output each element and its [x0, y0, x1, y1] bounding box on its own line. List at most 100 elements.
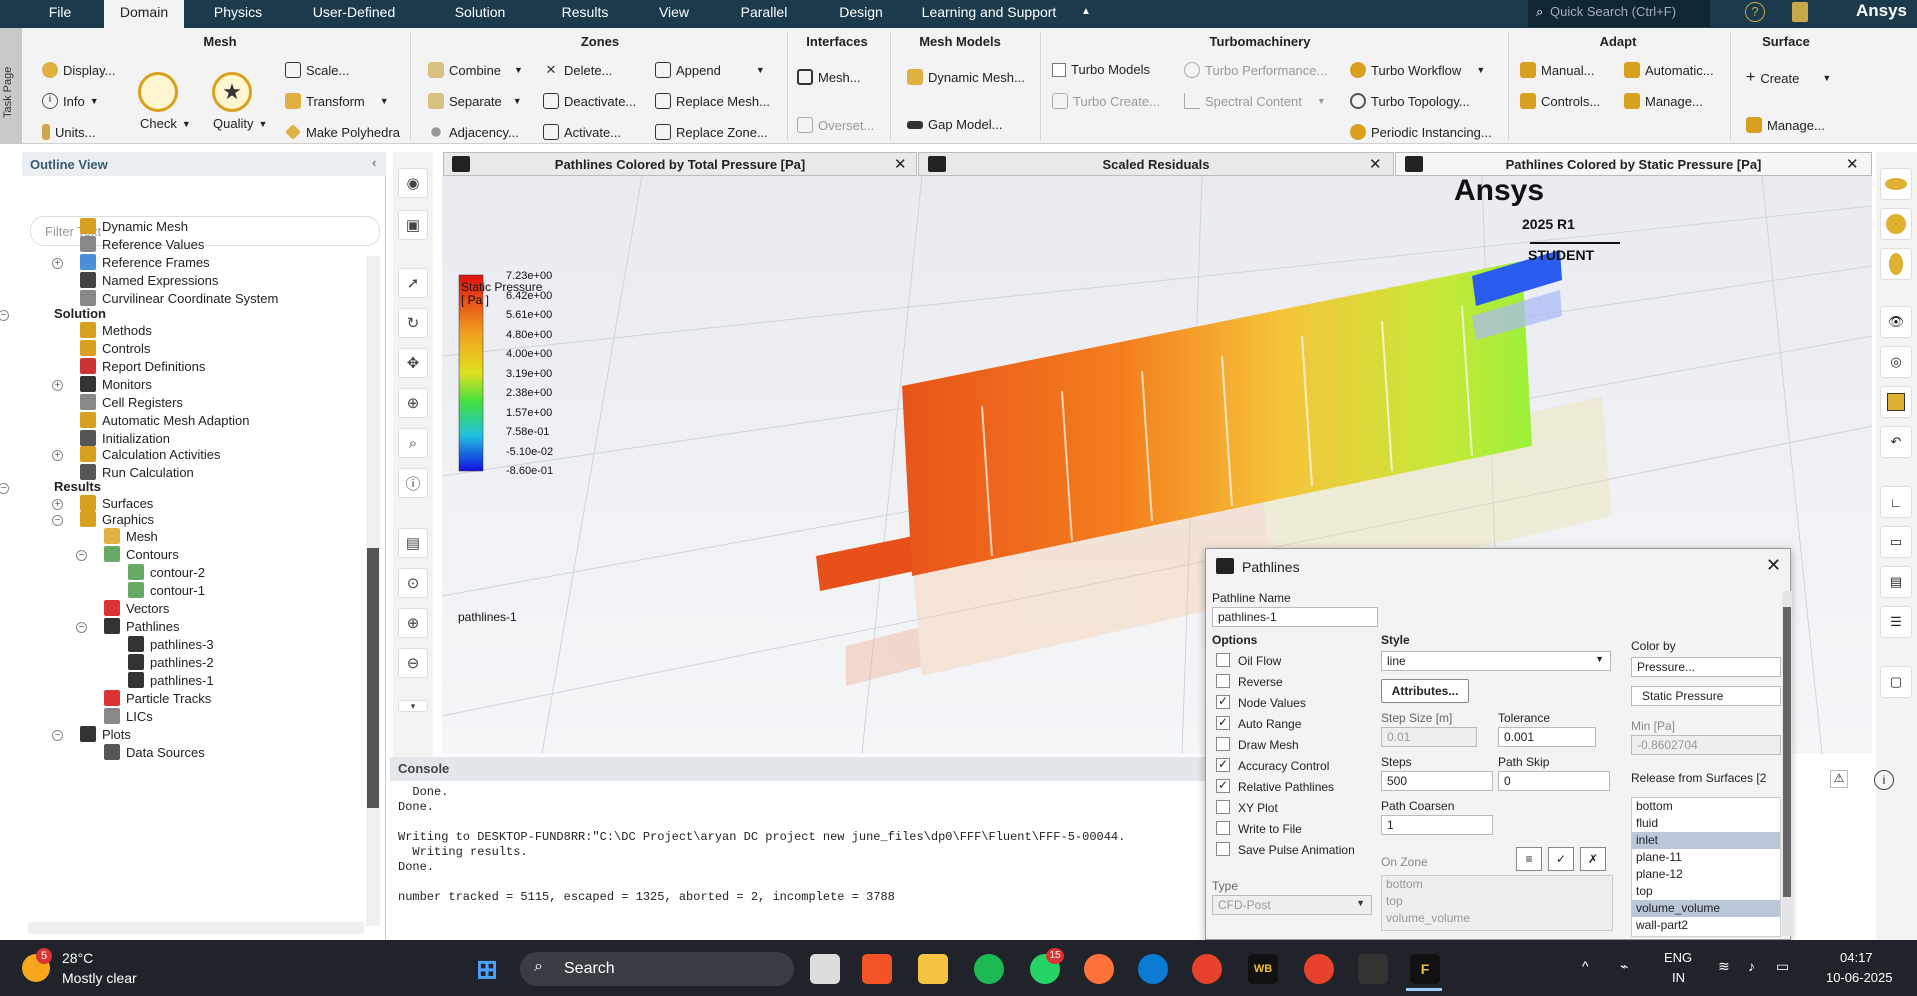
more-tools-icon[interactable]: ▾: [398, 700, 428, 712]
color-by-subselect[interactable]: Static Pressure: [1631, 686, 1781, 706]
tree-item-methods[interactable]: Methods: [80, 322, 152, 338]
tree-item-dynamic-mesh[interactable]: Dynamic Mesh: [80, 218, 188, 234]
tree-item-data-sources[interactable]: Data Sources: [104, 744, 205, 760]
surface-manage-button[interactable]: Manage...: [1746, 117, 1825, 133]
network-off-icon[interactable]: ⌁: [1620, 958, 1628, 975]
activate-button[interactable]: Activate...: [543, 124, 621, 140]
menu-tab-user-defined[interactable]: User-Defined: [306, 0, 402, 28]
close-tab-icon[interactable]: ✕: [1369, 155, 1382, 173]
turbo-create-button[interactable]: Turbo Create...: [1052, 93, 1160, 109]
collapse-icon[interactable]: −: [52, 730, 63, 741]
surface-list-item[interactable]: plane-11: [1632, 849, 1780, 866]
select-pointer-icon[interactable]: ➚: [398, 268, 428, 298]
copy-view-icon[interactable]: [1880, 386, 1912, 418]
delete-button[interactable]: ✕ Delete...: [543, 62, 613, 78]
option-checkbox[interactable]: [1216, 821, 1230, 835]
menu-tab-view[interactable]: View: [654, 0, 694, 28]
tree-item-reference-frames[interactable]: Reference Frames: [80, 254, 210, 270]
menu-tab-physics[interactable]: Physics: [208, 0, 268, 28]
list-item[interactable]: volume_volume: [1382, 910, 1612, 927]
tree-item-named-expressions[interactable]: Named Expressions: [80, 272, 218, 288]
surface-list-item[interactable]: plane-12: [1632, 866, 1780, 883]
fluent-app-icon[interactable]: F: [1410, 954, 1440, 984]
tree-item-reference-values[interactable]: Reference Values: [80, 236, 204, 252]
surface-list-item[interactable]: bottom: [1632, 798, 1780, 815]
probe-info-icon[interactable]: ⓘ: [398, 468, 428, 498]
tree-item-contour-2[interactable]: contour-2: [128, 564, 205, 580]
zoom-in-icon[interactable]: ⊕: [398, 608, 428, 638]
menu-tab-learning[interactable]: Learning and Support: [914, 0, 1064, 28]
surface-list-item[interactable]: inlet: [1632, 832, 1780, 849]
option-checkbox[interactable]: ✓: [1216, 779, 1230, 793]
axes-icon[interactable]: ∟: [1880, 486, 1912, 518]
turbo-workflow-button[interactable]: Turbo Workflow ▼: [1350, 62, 1485, 78]
mesh-display-button[interactable]: Display...: [42, 62, 116, 78]
surface-list-item[interactable]: fluid: [1632, 815, 1780, 832]
surface-list-item[interactable]: volume_volume: [1632, 900, 1780, 917]
tab-total-pressure[interactable]: Pathlines Colored by Total Pressure [Pa]: [443, 152, 917, 176]
tree-item-initialization[interactable]: Initialization: [80, 430, 170, 446]
tree-item-vectors[interactable]: Vectors: [104, 600, 169, 616]
tree-item-pathlines-3[interactable]: pathlines-3: [128, 636, 214, 652]
make-polyhedra-button[interactable]: Make Polyhedra: [285, 124, 400, 140]
file-explorer-icon[interactable]: [918, 954, 948, 984]
adapt-manage-button[interactable]: Manage...: [1624, 93, 1703, 109]
tree-item-controls[interactable]: Controls: [80, 340, 150, 356]
tree-item-report-definitions[interactable]: Report Definitions: [80, 358, 205, 374]
option-checkbox[interactable]: [1216, 800, 1230, 814]
color-by-select[interactable]: Pressure...: [1631, 657, 1781, 677]
hide-icon[interactable]: ◎: [1880, 346, 1912, 378]
notes-icon[interactable]: [1792, 2, 1808, 22]
periodic-instancing-button[interactable]: Periodic Instancing...: [1350, 124, 1492, 140]
collapse-icon[interactable]: −: [0, 310, 9, 321]
tree-item-pathlines[interactable]: Pathlines: [104, 618, 179, 634]
menu-tab-parallel[interactable]: Parallel: [734, 0, 794, 28]
taskbar-search[interactable]: ⌕ Search: [520, 952, 794, 986]
step-size-input[interactable]: 0.01: [1381, 727, 1477, 747]
append-button[interactable]: Append ▼: [655, 62, 765, 78]
option-checkbox[interactable]: [1216, 842, 1230, 856]
type-select[interactable]: CFD-Post ▼: [1212, 895, 1372, 915]
mesh-quality-button[interactable]: Quality ▼: [213, 116, 267, 131]
expand-icon[interactable]: +: [52, 258, 63, 269]
list-item[interactable]: bottom: [1382, 876, 1612, 893]
view-side-icon[interactable]: [1880, 208, 1912, 240]
mesh-transform-button[interactable]: Transform ▼: [285, 93, 389, 109]
separate-button[interactable]: Separate ▼: [428, 93, 522, 109]
pathline-name-input[interactable]: pathlines-1: [1212, 607, 1378, 627]
info-status-icon[interactable]: i: [1874, 770, 1894, 790]
overset-button[interactable]: Overset...: [797, 117, 874, 133]
style-select[interactable]: line ▼: [1381, 651, 1611, 671]
clock-time[interactable]: 04:17: [1840, 950, 1873, 965]
menu-tab-domain[interactable]: Domain: [104, 0, 184, 28]
dialog-scroll-thumb[interactable]: [1783, 607, 1791, 897]
close-tab-icon[interactable]: ✕: [1846, 155, 1859, 173]
battery-icon[interactable]: ▭: [1776, 958, 1789, 975]
display-options-icon[interactable]: ◉: [398, 168, 428, 198]
show-icon[interactable]: 👁: [1880, 306, 1912, 338]
properties-icon[interactable]: ☰: [1880, 606, 1912, 638]
tree-item-automatic-mesh-adaption[interactable]: Automatic Mesh Adaption: [80, 412, 249, 428]
tray-chevron-icon[interactable]: ^: [1582, 958, 1589, 974]
layout-icon[interactable]: ▢: [1880, 666, 1912, 698]
adjacency-button[interactable]: Adjacency...: [428, 124, 519, 140]
spectral-content-button[interactable]: Spectral Content ▼: [1184, 93, 1326, 109]
wifi-icon[interactable]: ≋: [1718, 958, 1730, 975]
tree-item-contours[interactable]: Contours: [104, 546, 179, 562]
close-tab-icon[interactable]: ✕: [894, 155, 907, 173]
warning-icon[interactable]: ⚠: [1830, 770, 1848, 788]
turbo-performance-button[interactable]: Turbo Performance...: [1184, 62, 1327, 78]
language-bottom[interactable]: IN: [1672, 970, 1685, 985]
menu-tab-design[interactable]: Design: [834, 0, 888, 28]
rotate-icon[interactable]: ↻: [398, 308, 428, 338]
path-skip-input[interactable]: 0: [1498, 771, 1610, 791]
path-coarsen-input[interactable]: 1: [1381, 815, 1493, 835]
colormap-icon[interactable]: ▤: [398, 528, 428, 558]
tab-scaled-residuals[interactable]: Scaled Residuals: [918, 152, 1394, 176]
combine-button[interactable]: Combine ▼: [428, 62, 523, 78]
zoom-fit-icon[interactable]: ⊙: [398, 568, 428, 598]
spotify-icon[interactable]: [974, 954, 1004, 984]
workbench-icon[interactable]: WB: [1248, 954, 1278, 984]
collapse-icon[interactable]: −: [52, 515, 63, 526]
adapt-manual-button[interactable]: Manual...: [1520, 62, 1594, 78]
